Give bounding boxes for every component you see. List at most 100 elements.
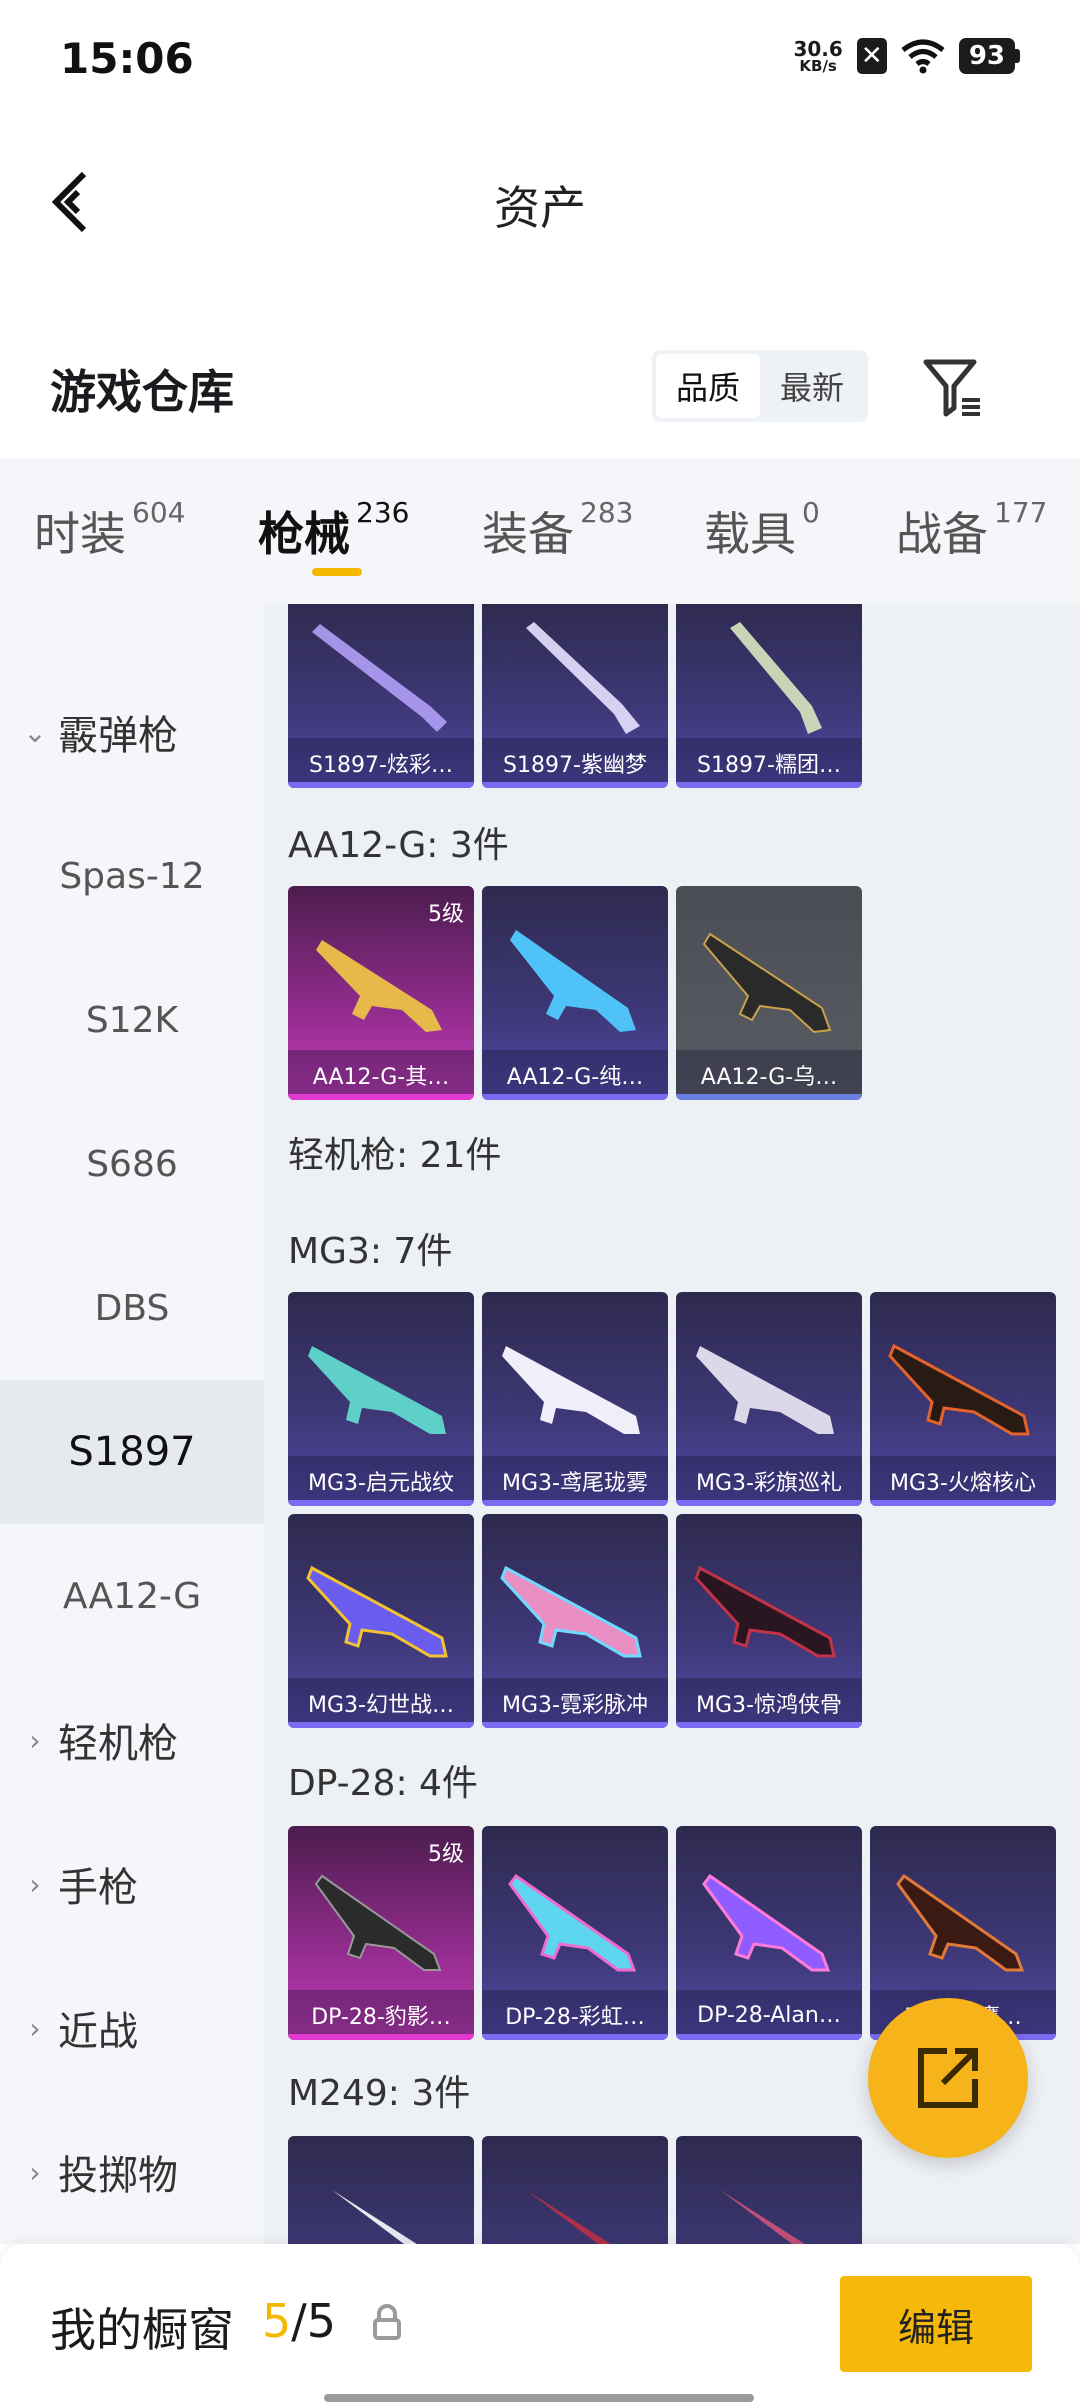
weapon-card[interactable]: AA12-G-纯…: [482, 886, 668, 1100]
sidebar-group-lmg[interactable]: › 轻机枪: [0, 1668, 264, 1812]
card-name: MG3-火熔核心: [890, 1471, 1036, 1496]
rarity-strip: [288, 1500, 474, 1506]
sidebar-group-shotgun[interactable]: ⌄ 霰弹枪: [0, 660, 264, 804]
machine-gun-icon: [306, 1565, 448, 1658]
filter-icon: [923, 359, 980, 417]
rarity-strip: [288, 1094, 474, 1100]
rifle-icon: [510, 930, 636, 1032]
sidebar-group-pistol[interactable]: › 手枪: [0, 1812, 264, 1956]
machine-gun-icon: [696, 1346, 834, 1434]
rarity-strip: [482, 782, 668, 788]
tab-equipment[interactable]: 装备 283: [482, 496, 633, 564]
card-name: MG3-幻世战…: [308, 1693, 454, 1718]
sort-latest-button[interactable]: 最新: [760, 354, 864, 418]
battery-indicator: 93: [958, 38, 1015, 74]
status-icons: 30.6 KB/s ✕ 93: [793, 38, 1020, 74]
chevron-right-icon: ›: [29, 2155, 41, 2189]
weapon-card[interactable]: S1897-紫幽梦: [482, 604, 668, 788]
sidebar-group-label: 手枪: [58, 1865, 138, 1911]
rarity-strip: [676, 1722, 862, 1728]
status-bar: 15:06 30.6 KB/s ✕ 93: [0, 0, 1080, 120]
card-name-bar: DP-28-豹影…: [288, 1990, 474, 2040]
rarity-strip: [288, 1722, 474, 1728]
showcase-count-total: 5: [306, 2294, 337, 2348]
card-name: DP-28-Alan…: [697, 2002, 841, 2028]
wifi-icon: [901, 39, 945, 74]
machine-gun-icon: [332, 2190, 417, 2244]
weapon-card[interactable]: [288, 2136, 474, 2244]
card-name: MG3-惊鸿侠骨: [696, 1693, 842, 1718]
home-indicator[interactable]: [324, 2394, 754, 2402]
weapon-card[interactable]: S1897-炫彩…: [288, 604, 474, 788]
card-name-bar: AA12-G-其…: [288, 1050, 474, 1100]
chevron-right-icon: ›: [29, 2011, 41, 2045]
sidebar-item-dbs[interactable]: DBS: [0, 1236, 264, 1380]
tab-label: 装备: [482, 507, 574, 561]
rarity-strip: [870, 1500, 1056, 1506]
card-name-bar: DP-28-Alan…: [676, 1990, 862, 2040]
sort-quality-button[interactable]: 品质: [656, 354, 760, 418]
weapon-card[interactable]: MG3-启元战纹: [288, 1292, 474, 1506]
chevron-right-icon: ›: [29, 1867, 41, 1901]
card-name-bar: MG3-霓彩脉冲: [482, 1678, 668, 1728]
weapon-card[interactable]: DP-28-彩虹…: [482, 1826, 668, 2040]
sidebar-item-s686[interactable]: S686: [0, 1092, 264, 1236]
weapon-card[interactable]: AA12-G-乌…: [676, 886, 862, 1100]
tab-label: 时装: [34, 507, 126, 561]
filter-button[interactable]: [920, 356, 984, 420]
external-share-icon: [918, 2048, 978, 2108]
card-name-bar: MG3-启元战纹: [288, 1456, 474, 1506]
weapon-card[interactable]: MG3-鸢尾珑雾: [482, 1292, 668, 1506]
weapon-card[interactable]: MG3-火熔核心: [870, 1292, 1056, 1506]
tab-count: 604: [132, 496, 186, 529]
weapon-card[interactable]: [676, 2136, 862, 2244]
sidebar-group-label: 霰弹枪: [58, 713, 178, 759]
card-name: AA12-G-乌…: [700, 1065, 838, 1090]
weapon-card[interactable]: 5级 DP-28-豹影…: [288, 1826, 474, 2040]
section-title: 游戏仓库: [50, 365, 234, 419]
weapon-card[interactable]: MG3-霓彩脉冲: [482, 1514, 668, 1728]
share-fab-button[interactable]: [868, 1998, 1028, 2158]
sidebar-item-s1897[interactable]: S1897: [0, 1380, 264, 1524]
card-name-bar: S1897-炫彩…: [288, 738, 474, 788]
card-name-bar: MG3-彩旗巡礼: [676, 1456, 862, 1506]
tab-firearms[interactable]: 枪械 236: [258, 496, 409, 564]
showcase-bar: 我的橱窗 5/5 编辑: [0, 2244, 1080, 2408]
tab-vehicles[interactable]: 载具 0: [704, 496, 820, 564]
rarity-strip: [676, 782, 862, 788]
card-name-bar: S1897-糯团…: [676, 738, 862, 788]
sidebar-group-melee[interactable]: › 近战: [0, 1956, 264, 2100]
card-name-bar: MG3-幻世战…: [288, 1678, 474, 1728]
card-name-bar: MG3-惊鸿侠骨: [676, 1678, 862, 1728]
card-name: S1897-炫彩…: [309, 753, 453, 778]
sidebar-group-throwable[interactable]: › 投掷物: [0, 2100, 264, 2244]
weapon-card[interactable]: S1897-糯团…: [676, 604, 862, 788]
weapon-card[interactable]: MG3-惊鸿侠骨: [676, 1514, 862, 1728]
group-title-m249: M249: 3件: [288, 2073, 471, 2114]
battery-tip: [1015, 49, 1020, 63]
weapon-card[interactable]: DP-28-Alan…: [676, 1826, 862, 2040]
weapon-card[interactable]: [482, 2136, 668, 2244]
card-name-bar: S1897-紫幽梦: [482, 738, 668, 788]
weapon-card[interactable]: MG3-幻世战…: [288, 1514, 474, 1728]
tab-fashion[interactable]: 时装 604: [34, 496, 186, 564]
showcase-label: 我的橱窗: [50, 2303, 234, 2357]
rarity-strip: [482, 1094, 668, 1100]
sidebar-group-label: 投掷物: [58, 2153, 178, 2199]
sidebar-item-aa12g[interactable]: AA12-G: [0, 1524, 264, 1668]
edit-button[interactable]: 编辑: [840, 2276, 1032, 2372]
weapon-card[interactable]: 5级 AA12-G-其…: [288, 886, 474, 1100]
tab-supplies[interactable]: 战备 177: [896, 496, 1047, 564]
machine-gun-icon: [508, 1873, 637, 1972]
card-name: AA12-G-其…: [312, 1065, 450, 1090]
weapon-card[interactable]: MG3-彩旗巡礼: [676, 1292, 862, 1506]
showcase-count-separator: /: [291, 2294, 307, 2348]
sidebar-item-s12k[interactable]: S12K: [0, 948, 264, 1092]
network-speed: 30.6 KB/s: [793, 39, 842, 74]
machine-gun-icon: [526, 2190, 611, 2244]
card-name: MG3-启元战纹: [308, 1471, 454, 1496]
chevron-right-icon: ›: [29, 1723, 41, 1757]
category-tabs: 时装 604 枪械 236 装备 283 载具 0 战备 177: [0, 458, 1080, 604]
rifle-icon: [702, 932, 832, 1034]
sidebar-item-spas12[interactable]: Spas-12: [0, 804, 264, 948]
